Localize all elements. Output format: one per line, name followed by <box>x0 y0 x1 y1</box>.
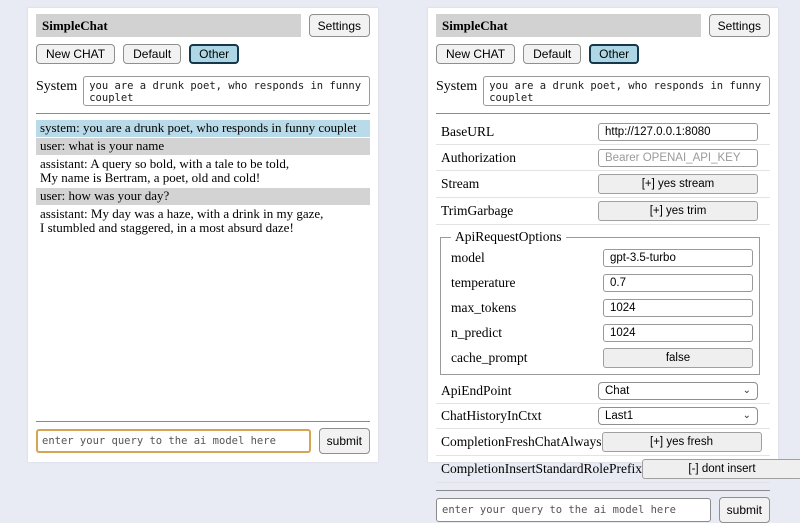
session-bar: New CHAT Default Other <box>436 44 770 64</box>
chat-message-list: system: you are a drunk poet, who respon… <box>36 120 370 238</box>
query-bar: submit <box>436 497 770 523</box>
new-chat-button[interactable]: New CHAT <box>36 44 115 64</box>
submit-button[interactable]: submit <box>319 428 370 454</box>
setting-label: CompletionInsertStandardRolePrefix <box>441 461 642 477</box>
n-predict-input[interactable] <box>603 324 753 342</box>
apiendpoint-select[interactable]: Chat ⌄ <box>598 382 758 400</box>
divider <box>36 113 370 114</box>
chat-message-system: system: you are a drunk poet, who respon… <box>36 120 370 137</box>
session-bar: New CHAT Default Other <box>36 44 370 64</box>
setting-row-completionfreshchatalways: CompletionFreshChatAlways [+] yes fresh <box>436 429 770 456</box>
query-input[interactable] <box>36 429 311 453</box>
chat-message-assistant: assistant: My day was a haze, with a dri… <box>36 206 370 237</box>
temperature-input[interactable] <box>603 274 753 292</box>
setting-row-apiendpoint: ApiEndPoint Chat ⌄ <box>436 379 770 404</box>
baseurl-input[interactable] <box>598 123 758 141</box>
session-button-other[interactable]: Other <box>189 44 239 64</box>
max-tokens-input[interactable] <box>603 299 753 317</box>
app-title: SimpleChat <box>36 14 301 37</box>
cache-prompt-toggle-button[interactable]: false <box>603 348 753 368</box>
completion-insert-toggle-button[interactable]: [-] dont insert <box>642 459 800 479</box>
settings-button[interactable]: Settings <box>709 14 770 37</box>
system-prompt-row: System you are a drunk poet, who respond… <box>36 76 370 106</box>
setting-label: max_tokens <box>451 300 516 316</box>
chathistoryinctxt-select[interactable]: Last1 ⌄ <box>598 407 758 425</box>
setting-row-completioninsertstandardroleprefix: CompletionInsertStandardRolePrefix [-] d… <box>436 456 770 483</box>
api-request-options-fieldset: ApiRequestOptions model temperature max_… <box>440 229 760 375</box>
chat-message-user: user: what is your name <box>36 138 370 155</box>
setting-row-chathistoryinctxt: ChatHistoryInCtxt Last1 ⌄ <box>436 404 770 429</box>
spacer <box>36 238 370 414</box>
setting-label: BaseURL <box>441 124 494 140</box>
setting-row-authorization: Authorization <box>436 145 770 171</box>
setting-label: Stream <box>441 176 479 192</box>
setting-label: TrimGarbage <box>441 203 513 219</box>
system-prompt-textarea[interactable]: you are a drunk poet, who responds in fu… <box>483 76 770 106</box>
chat-panel: SimpleChat Settings New CHAT Default Oth… <box>28 8 378 462</box>
setting-label: Authorization <box>441 150 516 166</box>
session-button-default[interactable]: Default <box>123 44 181 64</box>
selected-value: Chat <box>605 385 629 397</box>
query-bar: submit <box>36 428 370 454</box>
setting-row-max-tokens: max_tokens <box>449 295 755 320</box>
setting-row-temperature: temperature <box>449 270 755 295</box>
header-row: SimpleChat Settings <box>436 14 770 37</box>
system-prompt-label: System <box>436 76 477 95</box>
setting-row-stream: Stream [+] yes stream <box>436 171 770 198</box>
setting-row-trimgarbage: TrimGarbage [+] yes trim <box>436 198 770 225</box>
model-input[interactable] <box>603 249 753 267</box>
chevron-down-icon: ⌄ <box>743 386 751 396</box>
authorization-input[interactable] <box>598 149 758 167</box>
setting-row-cache-prompt: cache_prompt false <box>449 345 755 371</box>
setting-label: CompletionFreshChatAlways <box>441 434 602 450</box>
divider <box>36 421 370 422</box>
session-button-default[interactable]: Default <box>523 44 581 64</box>
setting-label: model <box>451 250 485 266</box>
setting-label: cache_prompt <box>451 350 527 366</box>
setting-label: temperature <box>451 275 515 291</box>
divider <box>436 490 770 491</box>
setting-label: ChatHistoryInCtxt <box>441 408 542 424</box>
settings-button[interactable]: Settings <box>309 14 370 37</box>
system-prompt-row: System you are a drunk poet, who respond… <box>436 76 770 106</box>
stream-toggle-button[interactable]: [+] yes stream <box>598 174 758 194</box>
trimgarbage-toggle-button[interactable]: [+] yes trim <box>598 201 758 221</box>
setting-label: n_predict <box>451 325 502 341</box>
workspace: SimpleChat Settings New CHAT Default Oth… <box>0 0 800 480</box>
setting-row-model: model <box>449 245 755 270</box>
system-prompt-textarea[interactable]: you are a drunk poet, who responds in fu… <box>83 76 370 106</box>
setting-label: ApiEndPoint <box>441 383 512 399</box>
submit-button[interactable]: submit <box>719 497 770 523</box>
chat-message-assistant: assistant: A query so bold, with a tale … <box>36 156 370 187</box>
setting-row-baseurl: BaseURL <box>436 119 770 145</box>
session-button-other[interactable]: Other <box>589 44 639 64</box>
app-title: SimpleChat <box>436 14 701 37</box>
setting-row-n-predict: n_predict <box>449 320 755 345</box>
selected-value: Last1 <box>605 410 633 422</box>
new-chat-button[interactable]: New CHAT <box>436 44 515 64</box>
chevron-down-icon: ⌄ <box>743 411 751 421</box>
query-input[interactable] <box>436 498 711 522</box>
chat-message-user: user: how was your day? <box>36 188 370 205</box>
completion-fresh-toggle-button[interactable]: [+] yes fresh <box>602 432 762 452</box>
header-row: SimpleChat Settings <box>36 14 370 37</box>
divider <box>436 113 770 114</box>
system-prompt-label: System <box>36 76 77 95</box>
fieldset-legend: ApiRequestOptions <box>451 229 566 245</box>
settings-panel: SimpleChat Settings New CHAT Default Oth… <box>428 8 778 462</box>
